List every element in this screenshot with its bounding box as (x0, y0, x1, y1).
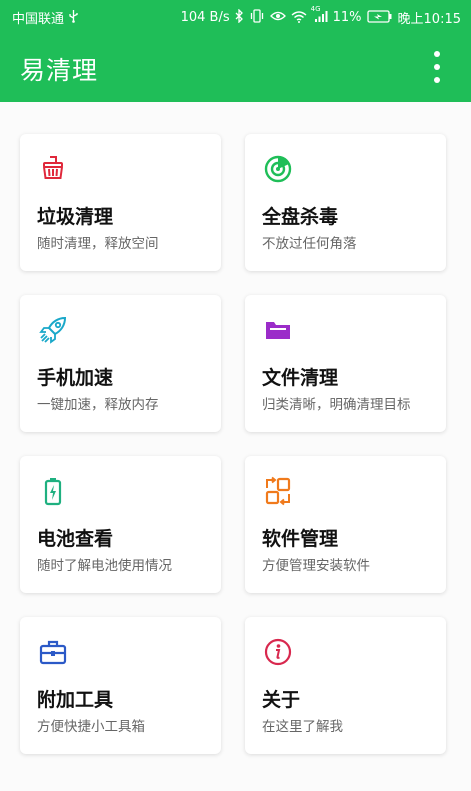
card-about[interactable]: 关于 在这里了解我 (245, 617, 446, 754)
card-subtitle: 方便快捷小工具箱 (37, 719, 145, 735)
phone-screen: 中国联通 104 B/s 4G 11% 晚上10:15 易清理 垃圾清理 随时清… (0, 0, 471, 791)
more-vert-dot (434, 64, 440, 70)
card-app-manage[interactable]: 软件管理 方便管理安装软件 (245, 456, 446, 593)
card-file-clean[interactable]: 文件清理 归类清晰，明确清理目标 (245, 295, 446, 432)
card-title: 全盘杀毒 (262, 206, 339, 228)
battery-percent: 11% (332, 10, 362, 25)
card-phone-boost[interactable]: 手机加速 一键加速，释放内存 (20, 295, 221, 432)
eye-comfort-icon (269, 10, 286, 25)
card-subtitle: 随时了解电池使用情况 (37, 558, 172, 574)
radar-scan-icon (263, 154, 293, 184)
clock: 晚上10:15 (397, 12, 461, 27)
card-subtitle: 在这里了解我 (262, 719, 343, 735)
card-subtitle: 一键加速，释放内存 (37, 397, 159, 413)
card-full-scan[interactable]: 全盘杀毒 不放过任何角落 (245, 134, 446, 271)
card-subtitle: 归类清晰，明确清理目标 (262, 397, 411, 413)
wifi-icon (291, 10, 307, 26)
carrier-label: 中国联通 (12, 12, 65, 27)
card-title: 电池查看 (37, 528, 114, 550)
vibrate-icon (249, 9, 265, 26)
battery-icon (38, 476, 68, 506)
more-vert-icon (434, 51, 440, 57)
card-junk-clean[interactable]: 垃圾清理 随时清理，释放空间 (20, 134, 221, 271)
status-bar: 中国联通 104 B/s 4G 11% 晚上10:15 (0, 0, 471, 32)
card-subtitle: 随时清理，释放空间 (37, 236, 159, 252)
network-type-label: 4G (310, 4, 321, 13)
usb-icon (68, 9, 79, 26)
more-options-button[interactable] (425, 51, 449, 83)
rocket-icon (38, 315, 68, 345)
info-icon (263, 637, 293, 667)
card-title: 关于 (262, 689, 301, 711)
app-bar: 易清理 (0, 32, 471, 102)
network-speed: 104 B/s (180, 10, 230, 25)
toolbox-icon (38, 637, 68, 667)
bluetooth-icon (235, 8, 244, 26)
battery-charging-icon (366, 9, 393, 26)
card-battery-view[interactable]: 电池查看 随时了解电池使用情况 (20, 456, 221, 593)
more-vert-dot (434, 77, 440, 83)
card-title: 附加工具 (37, 689, 114, 711)
folder-icon (263, 315, 293, 345)
card-title: 垃圾清理 (37, 206, 114, 228)
card-title: 文件清理 (262, 367, 339, 389)
card-subtitle: 不放过任何角落 (262, 236, 357, 252)
card-extra-tools[interactable]: 附加工具 方便快捷小工具箱 (20, 617, 221, 754)
feature-grid: 垃圾清理 随时清理，释放空间 全盘杀毒 不放过任何角落 手机加速 一键加速，释放… (0, 102, 471, 791)
app-manage-icon (263, 476, 293, 506)
card-title: 软件管理 (262, 528, 339, 550)
broom-basket-icon (38, 154, 68, 184)
card-subtitle: 方便管理安装软件 (262, 558, 370, 574)
card-title: 手机加速 (37, 367, 114, 389)
cellular-signal-icon: 4G (311, 5, 328, 26)
app-title: 易清理 (20, 56, 99, 85)
